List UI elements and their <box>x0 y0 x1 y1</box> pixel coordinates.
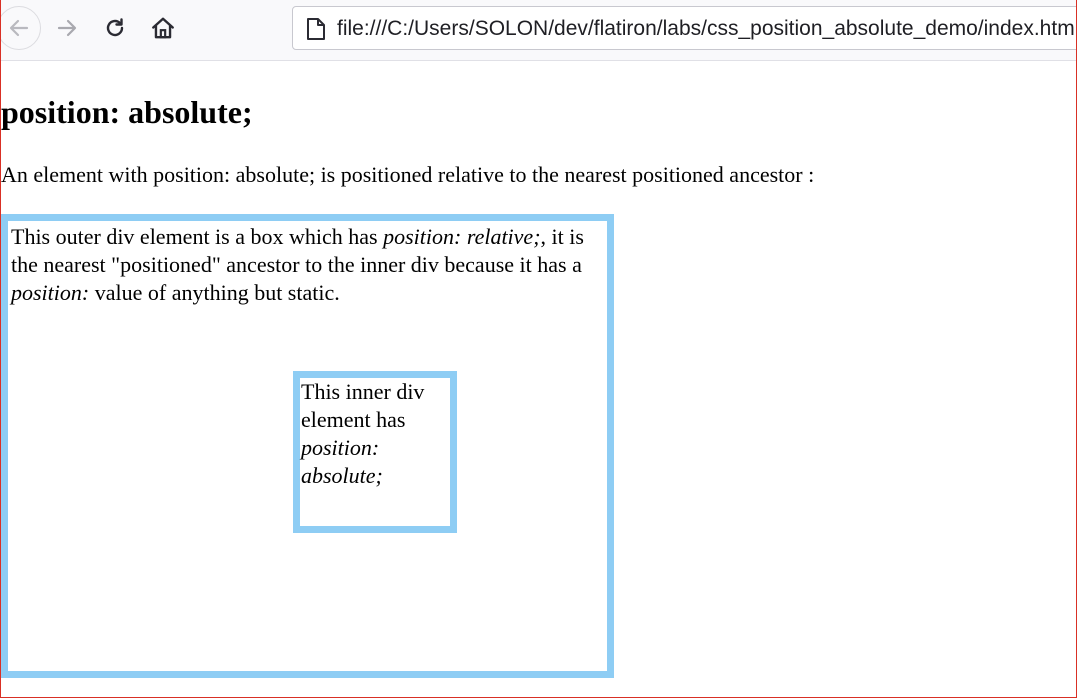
inner-absolute-box: This inner div element has position: abs… <box>293 371 457 533</box>
home-button[interactable] <box>143 6 183 50</box>
forward-button[interactable] <box>47 6 87 50</box>
outer-text-part-3: value of anything but static. <box>89 280 340 305</box>
browser-window: file:///C:/Users/SOLON/dev/flatiron/labs… <box>0 0 1077 698</box>
outer-relative-box: This outer div element is a box which ha… <box>1 214 614 678</box>
url-bar[interactable]: file:///C:/Users/SOLON/dev/flatiron/labs… <box>292 6 1076 50</box>
outer-box-text: This outer div element is a box which ha… <box>11 223 604 307</box>
outer-emphasis-relative: position: relative; <box>383 224 541 249</box>
browser-toolbar: file:///C:/Users/SOLON/dev/flatiron/labs… <box>1 0 1076 61</box>
reload-button[interactable] <box>95 6 135 50</box>
forward-arrow-icon <box>57 19 77 37</box>
home-icon <box>152 17 174 39</box>
back-button[interactable] <box>1 6 41 50</box>
inner-emphasis-absolute: position: absolute; <box>301 435 383 488</box>
inner-box-text: This inner div element has position: abs… <box>301 378 450 490</box>
inner-text-part-1: This inner div element has <box>301 379 425 432</box>
back-arrow-icon <box>9 19 29 37</box>
intro-paragraph: An element with position: absolute; is p… <box>1 162 815 187</box>
reload-icon <box>106 18 124 37</box>
page-heading: position: absolute; <box>1 94 253 130</box>
outer-emphasis-position: position: <box>11 280 90 305</box>
page-icon <box>307 18 325 40</box>
url-text[interactable]: file:///C:/Users/SOLON/dev/flatiron/labs… <box>337 17 1076 41</box>
outer-text-part-1: This outer div element is a box which ha… <box>11 224 384 249</box>
page-content: position: absolute; An element with posi… <box>1 61 1076 697</box>
